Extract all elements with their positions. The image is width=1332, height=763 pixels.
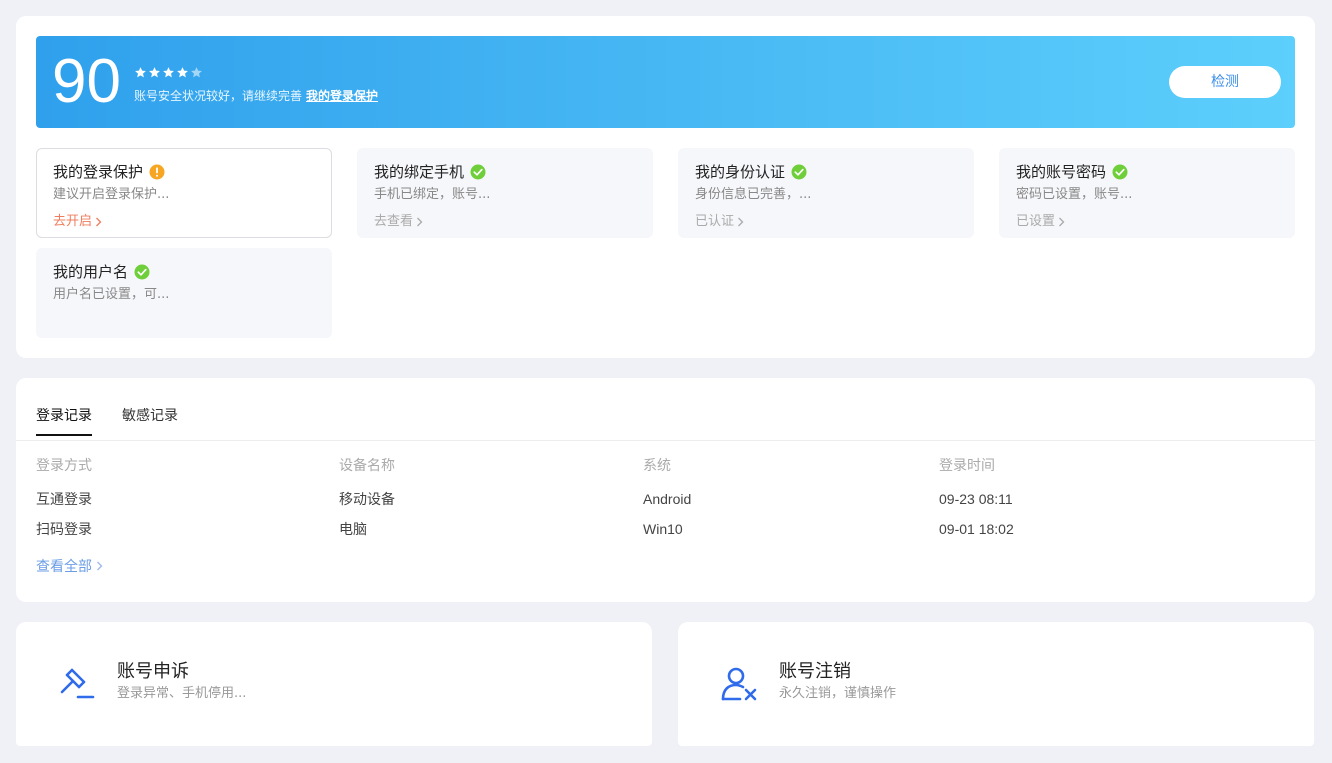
check-circle-icon [1112, 164, 1128, 180]
item-title-row: 我的绑定手机 [374, 162, 636, 182]
table-cell: 09-01 18:02 [939, 521, 1014, 537]
cancel-desc: 永久注销，谨慎操作 [779, 686, 897, 701]
identity-verified-link[interactable]: 已认证 [695, 213, 957, 231]
item-title: 我的登录保护 [53, 163, 144, 181]
view-all-label: 查看全部 [36, 559, 92, 575]
star-filled-icon [163, 67, 174, 78]
column-header: 系统 [643, 458, 671, 474]
item-title: 我的绑定手机 [374, 163, 465, 181]
check-button[interactable]: 检测 [1169, 66, 1281, 98]
security-overview-card: 90 账号安全状况较好，请继续完善 我的登录保护 检测 我的登录保护 建议开启登录… [16, 16, 1315, 358]
column-header: 登录时间 [939, 458, 995, 474]
gavel-icon [60, 668, 95, 699]
table-cell: 09-23 08:11 [939, 491, 1013, 507]
table-header: 登录方式 设备名称 系统 登录时间 [36, 454, 1295, 476]
cancel-title: 账号注销 [779, 661, 851, 682]
records-tabs: 登录记录 敏感记录 [36, 406, 178, 436]
table-row: 扫码登录 电脑 Win10 09-01 18:02 [36, 514, 1295, 544]
item-title-row: 我的账号密码 [1016, 162, 1278, 182]
security-item-login-protection[interactable]: 我的登录保护 建议开启登录保护... 去开启 [36, 148, 332, 238]
star-filled-icon [149, 67, 160, 78]
item-title-row: 我的用户名 [53, 262, 315, 282]
table-cell: Android [643, 491, 692, 507]
records-card: 登录记录 敏感记录 登录方式 设备名称 系统 登录时间 互通登录 移动设备 An… [16, 378, 1315, 602]
login-records-table: 登录方式 设备名称 系统 登录时间 互通登录 移动设备 Android 09-2… [36, 454, 1295, 544]
user-remove-icon [721, 667, 757, 701]
account-cancel-card[interactable]: 账号注销 永久注销，谨慎操作 [678, 622, 1314, 746]
column-header: 登录方式 [36, 458, 92, 474]
table-cell: 电脑 [339, 522, 367, 538]
item-desc: 身份信息已完善，... [695, 187, 812, 202]
tab-sensitive-records[interactable]: 敏感记录 [122, 406, 178, 436]
star-filled-icon [135, 67, 146, 78]
item-action-label: 去查看 [374, 214, 414, 229]
security-score: 90 [52, 47, 121, 116]
appeal-title: 账号申诉 [117, 661, 189, 682]
chevron-right-icon [1059, 217, 1065, 227]
item-title-row: 我的登录保护 [53, 162, 315, 182]
chevron-right-icon [96, 217, 102, 227]
item-desc: 手机已绑定，账号... [374, 187, 491, 202]
check-circle-icon [134, 264, 150, 280]
status-message: 账号安全状况较好，请继续完善 [134, 89, 303, 103]
item-action-label: 已认证 [695, 214, 735, 229]
item-desc: 用户名已设置，可... [53, 287, 170, 302]
star-filled-icon [177, 67, 188, 78]
password-set-link[interactable]: 已设置 [1016, 213, 1278, 231]
item-title-row: 我的身份认证 [695, 162, 957, 182]
enable-protection-link[interactable]: 去开启 [53, 213, 315, 231]
item-title: 我的账号密码 [1016, 163, 1107, 181]
view-all-link[interactable]: 查看全部 [36, 556, 103, 576]
column-header: 设备名称 [339, 458, 395, 474]
table-row: 互通登录 移动设备 Android 09-23 08:11 [36, 484, 1295, 514]
star-empty-icon [191, 67, 202, 78]
check-circle-icon [791, 164, 807, 180]
item-action-label: 已设置 [1016, 214, 1056, 229]
security-item-username[interactable]: 我的用户名 用户名已设置，可... [36, 248, 332, 338]
view-phone-link[interactable]: 去查看 [374, 213, 636, 231]
warning-icon [149, 164, 165, 180]
security-item-identity[interactable]: 我的身份认证 身份信息已完善，... 已认证 [678, 148, 974, 238]
security-item-bound-phone[interactable]: 我的绑定手机 手机已绑定，账号... 去查看 [357, 148, 653, 238]
item-title: 我的用户名 [53, 263, 129, 281]
item-desc: 密码已设置，账号... [1016, 187, 1133, 202]
login-protection-link[interactable]: 我的登录保护 [306, 89, 378, 103]
item-title: 我的身份认证 [695, 163, 786, 181]
item-action-label: 去开启 [53, 214, 93, 229]
table-cell: Win10 [643, 521, 683, 537]
chevron-right-icon [738, 217, 744, 227]
account-appeal-card[interactable]: 账号申诉 登录异常、手机停用... [16, 622, 652, 746]
table-cell: 互通登录 [36, 492, 92, 508]
appeal-desc: 登录异常、手机停用... [117, 686, 247, 701]
table-cell: 移动设备 [339, 492, 395, 508]
tab-login-records[interactable]: 登录记录 [36, 406, 92, 436]
item-desc: 建议开启登录保护... [53, 187, 170, 202]
security-item-password[interactable]: 我的账号密码 密码已设置，账号... 已设置 [999, 148, 1295, 238]
security-status-text: 账号安全状况较好，请继续完善 我的登录保护 [134, 88, 378, 104]
chevron-right-icon [97, 561, 103, 571]
tab-divider [16, 440, 1315, 441]
check-circle-icon [470, 164, 486, 180]
rating-stars [134, 66, 203, 79]
chevron-right-icon [417, 217, 423, 227]
security-score-banner: 90 账号安全状况较好，请继续完善 我的登录保护 检测 [36, 36, 1295, 128]
table-cell: 扫码登录 [36, 522, 92, 538]
